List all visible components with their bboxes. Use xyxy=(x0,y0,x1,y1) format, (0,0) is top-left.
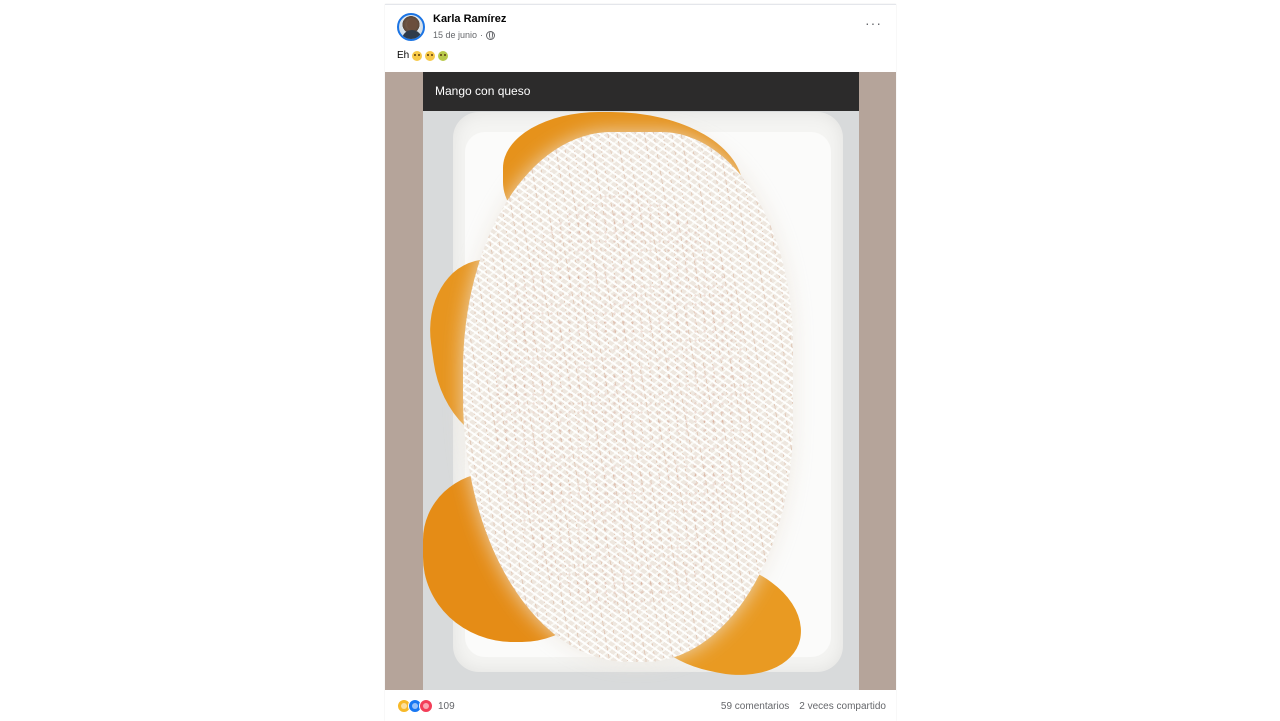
grinning-face-emoji xyxy=(412,50,423,61)
globe-icon xyxy=(486,30,496,40)
photo-title-bar: Mango con queso xyxy=(423,72,859,111)
nauseated-face-emoji xyxy=(438,50,449,61)
facebook-post: Karla Ramírez 15 de junio · ··· Eh Mango… xyxy=(385,4,896,721)
shares-count-link[interactable]: 2 veces compartido xyxy=(799,701,886,712)
author-name[interactable]: Karla Ramírez xyxy=(433,13,506,25)
meta-separator: · xyxy=(480,30,484,40)
post-date[interactable]: 15 de junio xyxy=(433,30,477,40)
avatar-body xyxy=(402,30,422,39)
post-header: Karla Ramírez 15 de junio · ··· Eh xyxy=(385,5,896,67)
reaction-count[interactable]: 109 xyxy=(438,701,455,712)
chili-powder xyxy=(493,192,753,612)
engagement-stats: 59 comentarios 2 veces compartido xyxy=(721,701,886,712)
caption-text: Eh xyxy=(397,50,410,61)
photo-area: Mango con queso xyxy=(385,72,896,690)
sweat-smile-emoji xyxy=(425,50,436,61)
reactions-summary[interactable]: 109 xyxy=(397,699,455,713)
post-meta: 15 de junio · xyxy=(433,30,496,40)
comments-count-link[interactable]: 59 comentarios xyxy=(721,701,789,712)
post-footer: 109 59 comentarios 2 veces compartido xyxy=(385,693,896,721)
avatar-head xyxy=(407,19,417,30)
author-avatar[interactable] xyxy=(397,13,425,41)
post-photo[interactable]: Mango con queso xyxy=(423,72,859,690)
love-reaction-icon xyxy=(419,699,433,713)
more-options-icon[interactable]: ··· xyxy=(865,15,882,31)
post-caption: Eh xyxy=(397,50,449,61)
